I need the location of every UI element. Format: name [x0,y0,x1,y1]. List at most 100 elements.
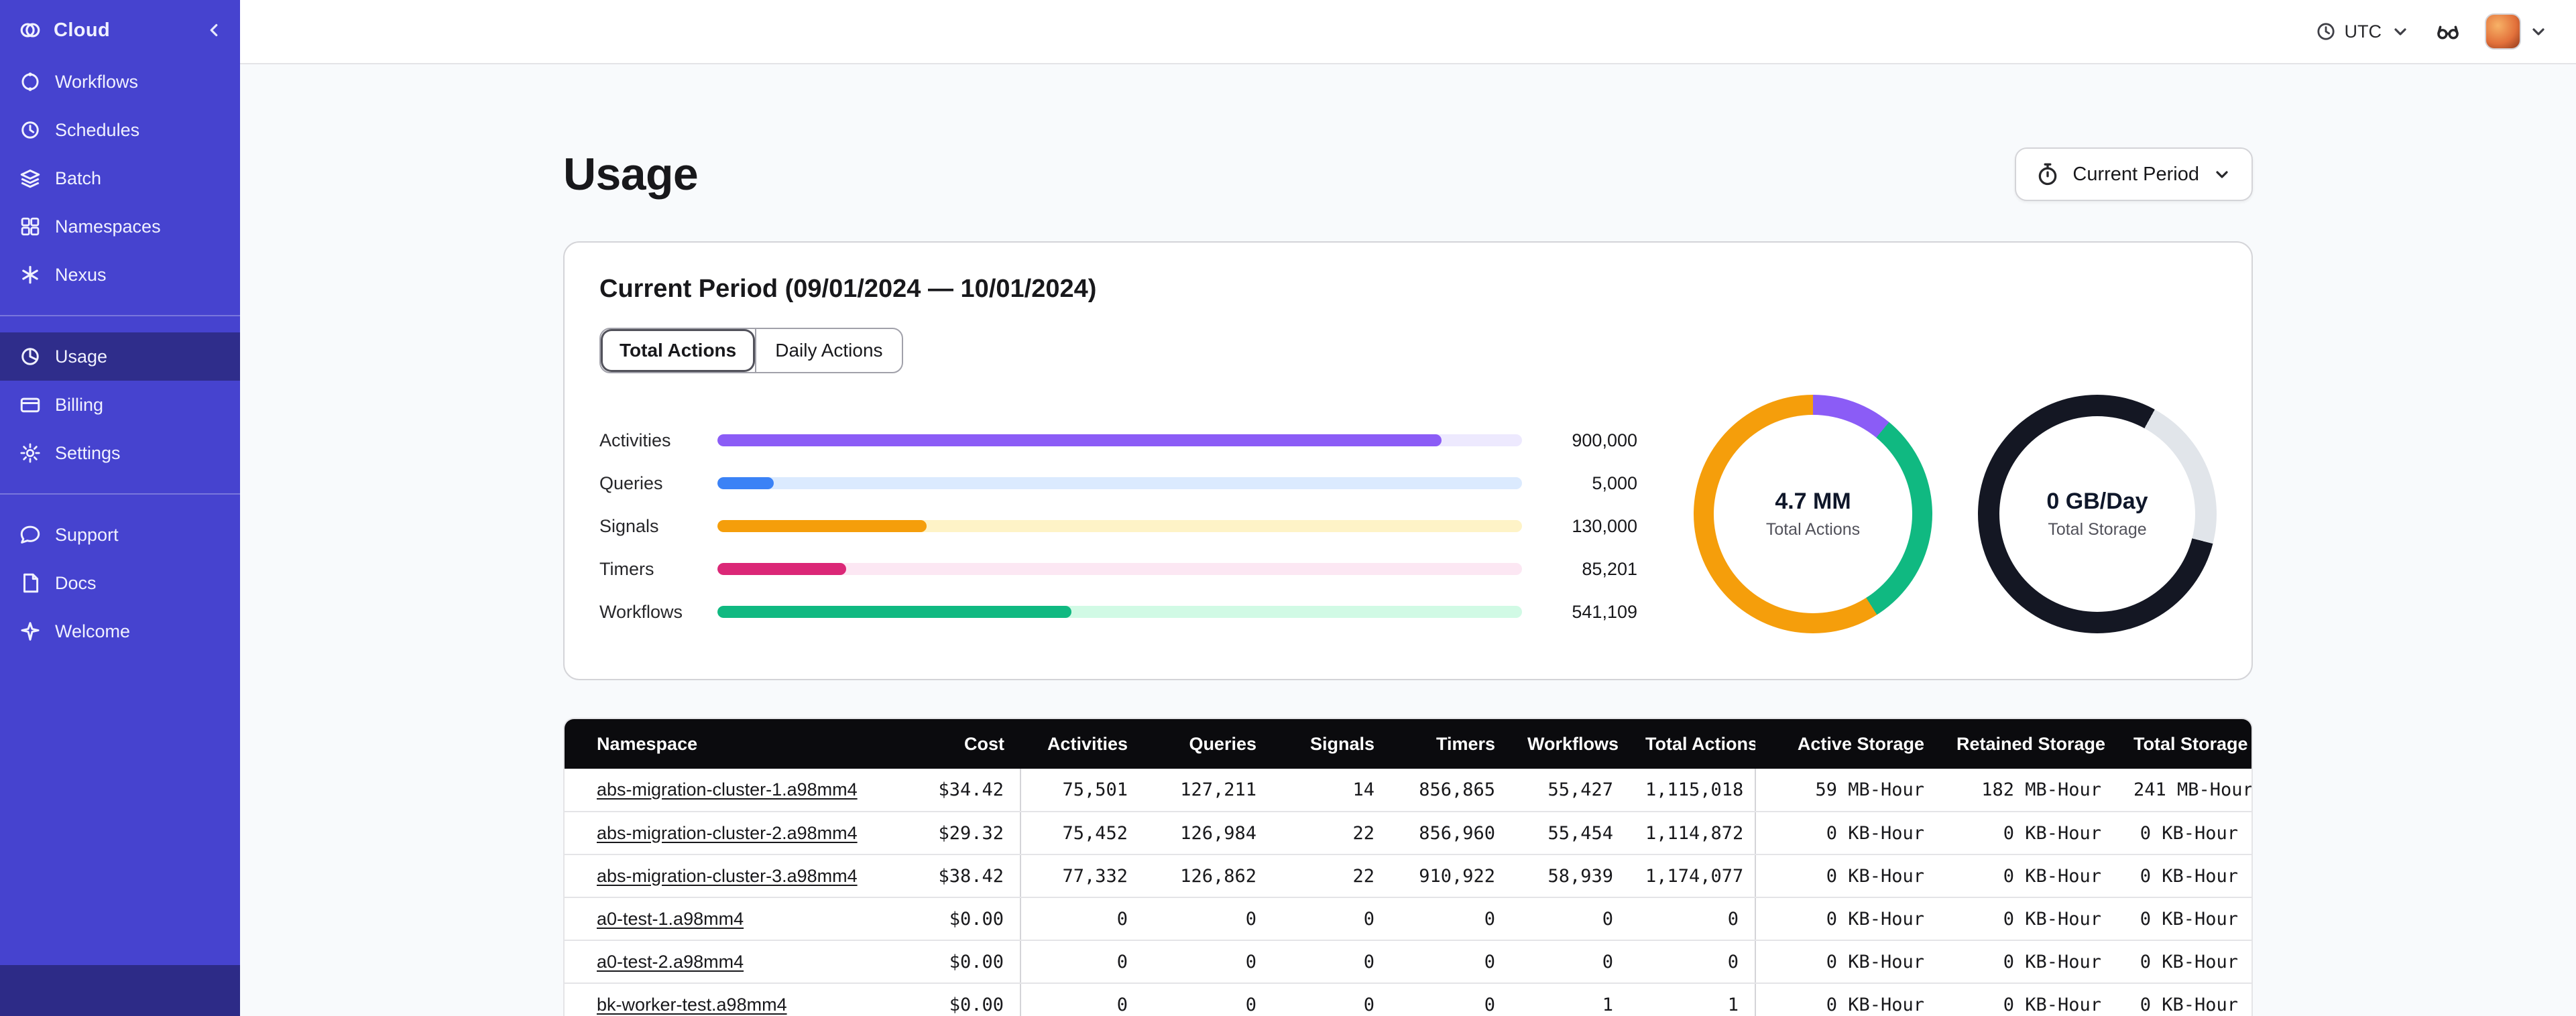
tab-total-actions[interactable]: Total Actions [601,329,756,372]
support-chat-icon [19,523,42,546]
table-row: bk-worker-test.a98mm4 $0.00 0 0 0 0 1 1 0 KB-Hou… [565,983,2251,1016]
namespace-link[interactable]: bk-worker-test.a98mm4 [597,995,787,1015]
sidebar: Cloud Workflows Schedules Batch Namespac… [0,0,240,1016]
donut-charts: 4.7 MM Total Actions 0 GB/Day Total Stor… [1694,392,2217,633]
sidebar-item-workflows[interactable]: Workflows [0,58,240,106]
sidebar-item-label: Nexus [55,264,107,285]
page-header: Usage Current Period [563,147,2253,201]
collapse-sidebar-icon[interactable] [204,20,224,40]
cell: 0 KB-Hour [1755,897,1940,941]
table-row: abs-migration-cluster-2.a98mm4 $29.32 75,4… [565,812,2251,855]
namespace-link[interactable]: a0-test-2.a98mm4 [597,952,744,972]
sidebar-item-label: Docs [55,572,97,593]
cell: 0 KB-Hour [2117,940,2251,984]
cell: 0 [1511,897,1629,941]
cell: 55,454 [1511,812,1629,855]
bar-value: 900,000 [1572,430,1637,450]
sidebar-item-batch[interactable]: Batch [0,154,240,202]
bar-value: 5,000 [1592,472,1637,493]
sidebar-item-label: Workflows [55,71,139,92]
bar-label: Timers [599,558,654,579]
sidebar-item-schedules[interactable]: Schedules [0,106,240,154]
column-header-workflows: Workflows [1511,719,1629,769]
chevron-down-icon [2528,21,2549,42]
sidebar-item-label: Support [55,524,119,545]
content-area: Usage Current Period Current Period (09/… [240,64,2576,1016]
bar-value: 130,000 [1572,515,1637,536]
sidebar-item-label: Schedules [55,119,140,140]
table-row: abs-migration-cluster-3.a98mm4 $38.42 77,3… [565,854,2251,898]
sidebar-item-namespaces[interactable]: Namespaces [0,202,240,251]
column-header-retained-storage: Retained Storage [1940,719,2117,769]
cell: 55,427 [1511,769,1629,812]
bar-value: 85,201 [1582,558,1637,579]
total-actions-donut: 4.7 MM Total Actions [1694,395,1932,633]
cell: 0 [1144,983,1273,1016]
sidebar-item-support[interactable]: Support [0,511,240,559]
cell: 0 [1273,940,1391,984]
bar-track [717,563,1522,575]
sidebar-item-nexus[interactable]: Nexus [0,251,240,299]
cell: 14 [1273,769,1391,812]
batch-icon [19,167,42,190]
stopwatch-icon [2035,162,2060,187]
actions-tab-group: Total Actions Daily Actions [599,328,903,373]
sidebar-divider [0,493,240,495]
cell: 0 KB-Hour [1940,812,2117,855]
cell: 0 KB-Hour [1755,983,1940,1016]
user-menu[interactable] [2485,13,2549,50]
timezone-selector[interactable]: UTC [2315,21,2412,42]
table-header-row: Namespace Cost Activities Queries Signals Tim… [565,719,2251,769]
cell: 0 [1273,983,1391,1016]
sidebar-item-label: Settings [55,442,121,463]
namespace-link[interactable]: a0-test-1.a98mm4 [597,909,744,929]
column-header-namespace: Namespace [565,719,900,769]
column-header-active-storage: Active Storage [1755,719,1940,769]
total-storage-donut: 0 GB/Day Total Storage [1978,395,2217,633]
usage-icon [19,345,42,368]
namespace-cell: abs-migration-cluster-2.a98mm4 [565,812,900,855]
namespace-cell: abs-migration-cluster-3.a98mm4 [565,854,900,898]
billing-icon [19,393,42,416]
column-header-total-storage: Total Storage [2117,719,2251,769]
cell: $29.32 [900,812,1021,855]
cell: 0 KB-Hour [1940,854,2117,898]
cell: 59 MB-Hour [1755,769,1940,812]
bar-row-queries: Queries 5,000 [599,470,1637,497]
cell: 0 [1629,940,1756,984]
usage-card-title: Current Period (09/01/2024 — 10/01/2024) [599,275,1097,303]
cell: 0 KB-Hour [2117,854,2251,898]
namespace-link[interactable]: abs-migration-cluster-2.a98mm4 [597,823,858,843]
cell: 75,501 [1020,769,1144,812]
tab-daily-actions[interactable]: Daily Actions [755,329,902,372]
bar-row-timers: Timers 85,201 [599,556,1637,582]
sidebar-item-billing[interactable]: Billing [0,381,240,429]
bar-row-workflows: Workflows 541,109 [599,598,1637,625]
total-actions-label: Total Actions [1765,520,1861,539]
namespace-link[interactable]: abs-migration-cluster-1.a98mm4 [597,779,858,800]
sidebar-item-docs[interactable]: Docs [0,559,240,607]
cell: $0.00 [900,940,1021,984]
cell: 0 KB-Hour [1755,854,1940,898]
sidebar-item-settings[interactable]: Settings [0,429,240,477]
cell: 127,211 [1144,769,1273,812]
cell: 0 KB-Hour [2117,812,2251,855]
bar-track [717,606,1522,618]
brand-label: Cloud [54,19,111,41]
glasses-icon[interactable] [2435,19,2461,44]
sidebar-item-welcome[interactable]: Welcome [0,607,240,655]
column-header-total-actions: Total Actions [1629,719,1755,769]
sidebar-item-label: Namespaces [55,216,161,237]
column-header-queries: Queries [1144,719,1273,769]
bar-track [717,434,1522,446]
namespace-link[interactable]: abs-migration-cluster-3.a98mm4 [597,866,858,886]
period-selector-button[interactable]: Current Period [2015,147,2253,201]
cell: $0.00 [900,897,1021,941]
sidebar-item-usage[interactable]: Usage [0,332,240,381]
cell: 0 [1020,983,1144,1016]
cell: 0 KB-Hour [1940,897,2117,941]
hand-wave-icon [19,620,42,643]
namespace-cell: a0-test-2.a98mm4 [565,940,900,984]
cell: 1 [1629,983,1756,1016]
total-storage-value: 0 GB/Day [2046,489,2148,514]
